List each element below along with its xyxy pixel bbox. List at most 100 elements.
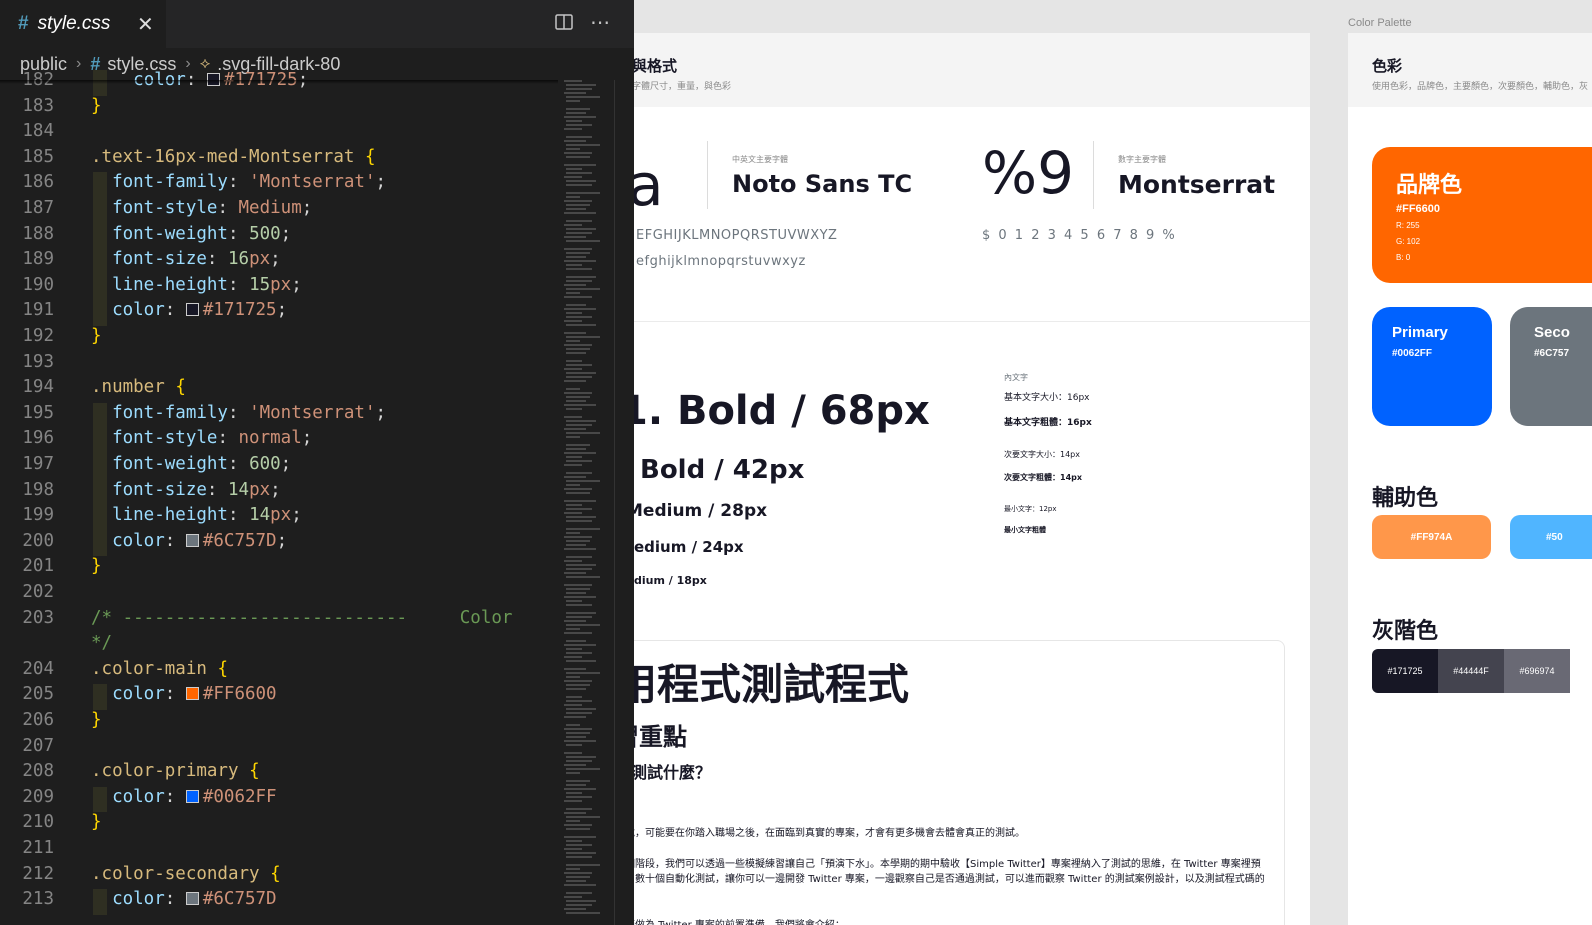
color-swatch-icon[interactable] — [185, 303, 199, 317]
aux-color-swatch[interactable]: #50 — [1510, 515, 1592, 559]
tab-style-css[interactable]: # style.css ✕ — [0, 0, 166, 48]
close-icon[interactable]: ✕ — [137, 12, 154, 36]
minimap-line — [566, 792, 582, 794]
code-line[interactable]: 202 — [0, 580, 560, 606]
minimap-line — [564, 704, 582, 706]
code-line[interactable]: 200 color: #6C757D; — [0, 529, 560, 555]
line-number: 212 — [22, 863, 54, 884]
minimap-line — [566, 96, 600, 98]
minimap-line — [566, 600, 582, 602]
minimap-line — [566, 252, 590, 254]
minimap-line — [566, 240, 600, 242]
code-editor[interactable]: # style.css ✕ ⋯ public › # style.css › ⟡… — [0, 0, 634, 925]
code-line[interactable]: 211 — [0, 836, 560, 862]
minimap-line — [566, 780, 590, 782]
code-text: font-size: 16px; — [112, 249, 281, 270]
code-line[interactable]: 185 .text-16px-med-Montserrat { — [0, 145, 560, 171]
code-line[interactable]: 201} — [0, 554, 560, 580]
code-line[interactable]: 187 font-style: Medium; — [0, 196, 560, 222]
minimap-line — [564, 152, 592, 154]
gray-swatch[interactable]: #44444F — [1438, 649, 1504, 693]
minimap-line — [566, 376, 592, 378]
line-number: 184 — [22, 121, 54, 142]
code-line[interactable]: 191 color: #171725; — [0, 298, 560, 324]
code-line[interactable]: 195 font-family: 'Montserrat'; — [0, 401, 560, 427]
code-line[interactable]: 212 .color-secondary { — [0, 862, 560, 888]
minimap-line — [566, 556, 592, 558]
minimap-line — [566, 316, 592, 318]
minimap-line — [566, 760, 592, 762]
line-number: 203 — [22, 607, 54, 628]
code-line[interactable]: 213 color: #6C757D — [0, 887, 560, 913]
code-line[interactable]: 210} — [0, 810, 560, 836]
minimap-line — [566, 660, 596, 662]
minimap-line — [566, 168, 582, 170]
minimap-line — [566, 364, 592, 366]
secondary-color-swatch[interactable]: Seco #6C757 — [1510, 307, 1592, 426]
code-text: font-style: normal; — [112, 428, 313, 449]
minimap-line — [564, 140, 586, 142]
minimap[interactable] — [560, 80, 614, 925]
code-line[interactable]: 190 line-height: 15px; — [0, 273, 560, 299]
code-line[interactable]: */ — [0, 631, 560, 657]
code-line[interactable]: 197 font-weight: 600; — [0, 452, 560, 478]
code-text: } — [91, 710, 102, 730]
minimap-line — [564, 536, 592, 538]
more-actions-icon[interactable]: ⋯ — [590, 10, 610, 34]
code-area[interactable]: 182 color: #171725;183}184185.text-16px-… — [0, 68, 560, 925]
minimap-line — [566, 144, 600, 146]
code-line[interactable]: 193 — [0, 350, 560, 376]
code-line[interactable]: 203 /* --------------------------- Color — [0, 606, 560, 632]
color-swatch-icon[interactable] — [185, 687, 199, 701]
aux-colors-title: 輔助色 — [1372, 486, 1439, 511]
gray-scale-strip[interactable]: #171725 #44444F #696974 — [1372, 649, 1592, 693]
code-line[interactable]: 189 font-size: 16px; — [0, 247, 560, 273]
code-line[interactable]: 198 font-size: 14px; — [0, 478, 560, 504]
code-text: } — [91, 326, 102, 346]
minimap-line — [566, 700, 592, 702]
code-line[interactable]: 207 — [0, 734, 560, 760]
vertical-scrollbar[interactable] — [614, 80, 634, 925]
color-swatch-icon[interactable] — [185, 892, 199, 906]
brand-color-swatch[interactable]: 品牌色 #FF6600 R: 255 G: 102 B: 0 — [1372, 147, 1592, 283]
minimap-line — [566, 588, 590, 590]
code-line[interactable]: 188 font-weight: 500; — [0, 222, 560, 248]
code-line[interactable]: 183} — [0, 94, 560, 120]
color-swatch-icon[interactable] — [185, 789, 199, 803]
frame-label-color-palette[interactable]: Color Palette — [1348, 17, 1412, 29]
minimap-line — [566, 676, 580, 678]
typography-frame[interactable]: 與格式 字體尺寸，重量，與色彩 a 中英文主要字體 Noto Sans TC E… — [600, 33, 1310, 925]
code-line[interactable]: 205 color: #FF6600 — [0, 682, 560, 708]
code-line[interactable]: 199 line-height: 14px; — [0, 503, 560, 529]
color-swatch-icon[interactable] — [185, 533, 199, 547]
code-line[interactable]: 209 color: #0062FF — [0, 785, 560, 811]
code-text: font-weight: 600; — [112, 454, 292, 474]
gray-swatch[interactable]: #696974 — [1504, 649, 1570, 693]
minimap-line — [564, 560, 582, 562]
scroll-shadow — [0, 80, 558, 84]
aux-color-swatch[interactable]: #FF974A — [1372, 515, 1491, 559]
primary-color-swatch[interactable]: Primary #0062FF — [1372, 307, 1492, 426]
line-number: 187 — [22, 198, 54, 218]
split-editor-icon[interactable] — [554, 12, 574, 37]
sample-article-card[interactable]: 用程式測試程式 習重點 要測試什麼？ 來說，可能要在你踏入職場之後，在面臨到真實… — [614, 640, 1285, 925]
color-palette-frame[interactable]: 色彩 使用色彩，品牌色，主要顏色，次要顏色，輔助色，灰 品牌色 #FF6600 … — [1348, 33, 1592, 925]
code-line[interactable]: 208 .color-primary { — [0, 759, 560, 785]
font2-digits: $ 0 1 2 3 4 5 6 7 8 9 % — [982, 228, 1177, 243]
code-line[interactable]: 186 font-family: 'Montserrat'; — [0, 170, 560, 196]
minimap-line — [564, 164, 596, 166]
code-line[interactable]: 196 font-style: normal; — [0, 426, 560, 452]
code-line[interactable]: 194 .number { — [0, 375, 560, 401]
minimap-line — [564, 848, 582, 850]
minimap-line — [566, 504, 582, 506]
font1-name: Noto Sans TC — [732, 170, 913, 198]
code-line[interactable]: 192} — [0, 324, 560, 350]
gray-swatch[interactable]: #171725 — [1372, 649, 1438, 693]
code-line[interactable]: 206} — [0, 708, 560, 734]
minimap-line — [564, 224, 582, 226]
code-line[interactable]: 184 — [0, 119, 560, 145]
minimap-line — [566, 768, 600, 770]
code-line[interactable]: 204 .color-main { — [0, 657, 560, 683]
minimap-line — [566, 880, 586, 882]
code-text: font-style: Medium; — [112, 198, 313, 218]
